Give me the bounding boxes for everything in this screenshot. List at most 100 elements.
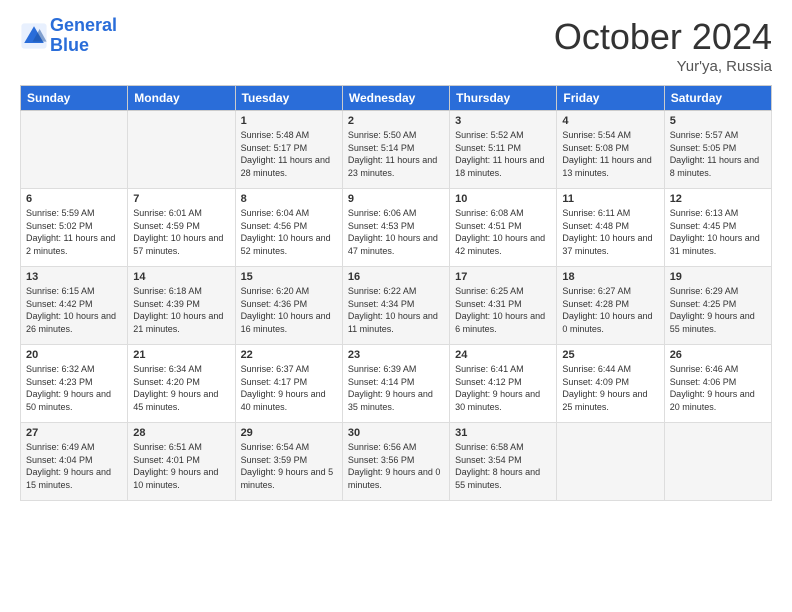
day-info: Sunrise: 6:39 AM Sunset: 4:14 PM Dayligh… (348, 363, 444, 413)
day-number: 19 (670, 271, 766, 283)
day-cell (128, 111, 235, 189)
day-number: 23 (348, 349, 444, 361)
col-friday: Friday (557, 86, 664, 111)
day-cell (664, 423, 771, 501)
day-cell: 25 Sunrise: 6:44 AM Sunset: 4:09 PM Dayli… (557, 345, 664, 423)
day-number: 15 (241, 271, 337, 283)
day-info: Sunrise: 6:27 AM Sunset: 4:28 PM Dayligh… (562, 285, 658, 335)
day-cell: 1Sunrise: 5:48 AM Sunset: 5:17 PM Daylig… (235, 111, 342, 189)
logo: General Blue (20, 16, 117, 56)
day-info: Sunrise: 5:50 AM Sunset: 5:14 PM Dayligh… (348, 129, 444, 179)
day-number: 8 (241, 193, 337, 205)
day-info: Sunrise: 6:34 AM Sunset: 4:20 PM Dayligh… (133, 363, 229, 413)
day-info: Sunrise: 6:46 AM Sunset: 4:06 PM Dayligh… (670, 363, 766, 413)
day-number: 14 (133, 271, 229, 283)
day-info: Sunrise: 6:18 AM Sunset: 4:39 PM Dayligh… (133, 285, 229, 335)
day-info: Sunrise: 6:04 AM Sunset: 4:56 PM Dayligh… (241, 207, 337, 257)
day-number: 1 (241, 115, 337, 127)
day-cell: 3 Sunrise: 5:52 AM Sunset: 5:11 PM Daylig… (450, 111, 557, 189)
day-cell: 5 Sunrise: 5:57 AM Sunset: 5:05 PM Daylig… (664, 111, 771, 189)
day-cell: 26 Sunrise: 6:46 AM Sunset: 4:06 PM Dayli… (664, 345, 771, 423)
day-number: 28 (133, 427, 229, 439)
day-info: Sunrise: 5:52 AM Sunset: 5:11 PM Dayligh… (455, 129, 551, 179)
day-info: Sunrise: 6:51 AM Sunset: 4:01 PM Dayligh… (133, 441, 229, 491)
day-cell: 30Sunrise: 6:56 AM Sunset: 3:56 PM Dayli… (342, 423, 449, 501)
day-cell: 24 Sunrise: 6:41 AM Sunset: 4:12 PM Dayli… (450, 345, 557, 423)
week-row-4: 20Sunrise: 6:32 AM Sunset: 4:23 PM Dayli… (21, 345, 772, 423)
day-cell: 4 Sunrise: 5:54 AM Sunset: 5:08 PM Daylig… (557, 111, 664, 189)
day-number: 12 (670, 193, 766, 205)
day-cell: 27Sunrise: 6:49 AM Sunset: 4:04 PM Dayli… (21, 423, 128, 501)
day-number: 4 (562, 115, 658, 127)
day-number: 24 (455, 349, 551, 361)
day-info: Sunrise: 6:37 AM Sunset: 4:17 PM Dayligh… (241, 363, 337, 413)
logo-icon (20, 22, 48, 50)
col-tuesday: Tuesday (235, 86, 342, 111)
day-number: 2 (348, 115, 444, 127)
day-cell: 15 Sunrise: 6:20 AM Sunset: 4:36 PM Dayli… (235, 267, 342, 345)
day-cell: 16 Sunrise: 6:22 AM Sunset: 4:34 PM Dayli… (342, 267, 449, 345)
day-info: Sunrise: 6:58 AM Sunset: 3:54 PM Dayligh… (455, 441, 551, 491)
week-row-3: 13Sunrise: 6:15 AM Sunset: 4:42 PM Dayli… (21, 267, 772, 345)
day-info: Sunrise: 6:25 AM Sunset: 4:31 PM Dayligh… (455, 285, 551, 335)
header: General Blue October 2024 Yur'ya, Russia (20, 16, 772, 75)
day-number: 18 (562, 271, 658, 283)
day-number: 27 (26, 427, 122, 439)
day-number: 10 (455, 193, 551, 205)
day-info: Sunrise: 6:13 AM Sunset: 4:45 PM Dayligh… (670, 207, 766, 257)
day-number: 9 (348, 193, 444, 205)
day-info: Sunrise: 5:54 AM Sunset: 5:08 PM Dayligh… (562, 129, 658, 179)
day-cell: 18 Sunrise: 6:27 AM Sunset: 4:28 PM Dayli… (557, 267, 664, 345)
day-number: 11 (562, 193, 658, 205)
day-number: 25 (562, 349, 658, 361)
day-info: Sunrise: 6:22 AM Sunset: 4:34 PM Dayligh… (348, 285, 444, 335)
location: Yur'ya, Russia (554, 58, 772, 75)
day-number: 21 (133, 349, 229, 361)
day-info: Sunrise: 6:01 AM Sunset: 4:59 PM Dayligh… (133, 207, 229, 257)
day-number: 3 (455, 115, 551, 127)
col-sunday: Sunday (21, 86, 128, 111)
day-info: Sunrise: 6:41 AM Sunset: 4:12 PM Dayligh… (455, 363, 551, 413)
day-number: 7 (133, 193, 229, 205)
day-cell: 29 Sunrise: 6:54 AM Sunset: 3:59 PM Dayli… (235, 423, 342, 501)
day-info: Sunrise: 6:20 AM Sunset: 4:36 PM Dayligh… (241, 285, 337, 335)
header-row: Sunday Monday Tuesday Wednesday Thursday… (21, 86, 772, 111)
day-cell: 19 Sunrise: 6:29 AM Sunset: 4:25 PM Dayli… (664, 267, 771, 345)
day-number: 5 (670, 115, 766, 127)
col-saturday: Saturday (664, 86, 771, 111)
day-number: 6 (26, 193, 122, 205)
day-info: Sunrise: 6:29 AM Sunset: 4:25 PM Dayligh… (670, 285, 766, 335)
day-number: 30 (348, 427, 444, 439)
day-number: 13 (26, 271, 122, 283)
month-title: October 2024 (554, 16, 772, 58)
day-cell: 23 Sunrise: 6:39 AM Sunset: 4:14 PM Dayli… (342, 345, 449, 423)
day-number: 17 (455, 271, 551, 283)
day-cell: 13Sunrise: 6:15 AM Sunset: 4:42 PM Dayli… (21, 267, 128, 345)
col-wednesday: Wednesday (342, 86, 449, 111)
day-number: 29 (241, 427, 337, 439)
day-cell (557, 423, 664, 501)
day-info: Sunrise: 6:32 AM Sunset: 4:23 PM Dayligh… (26, 363, 122, 413)
day-info: Sunrise: 6:06 AM Sunset: 4:53 PM Dayligh… (348, 207, 444, 257)
col-monday: Monday (128, 86, 235, 111)
day-cell: 12 Sunrise: 6:13 AM Sunset: 4:45 PM Dayli… (664, 189, 771, 267)
calendar-table: Sunday Monday Tuesday Wednesday Thursday… (20, 85, 772, 501)
day-info: Sunrise: 6:44 AM Sunset: 4:09 PM Dayligh… (562, 363, 658, 413)
day-info: Sunrise: 5:59 AM Sunset: 5:02 PM Dayligh… (26, 207, 122, 257)
day-info: Sunrise: 5:57 AM Sunset: 5:05 PM Dayligh… (670, 129, 766, 179)
day-cell: 11Sunrise: 6:11 AM Sunset: 4:48 PM Dayli… (557, 189, 664, 267)
page: General Blue October 2024 Yur'ya, Russia… (0, 0, 792, 612)
day-number: 16 (348, 271, 444, 283)
col-thursday: Thursday (450, 86, 557, 111)
day-cell: 21 Sunrise: 6:34 AM Sunset: 4:20 PM Dayli… (128, 345, 235, 423)
day-cell: 14 Sunrise: 6:18 AM Sunset: 4:39 PM Dayli… (128, 267, 235, 345)
day-info: Sunrise: 6:54 AM Sunset: 3:59 PM Dayligh… (241, 441, 337, 491)
day-cell: 17 Sunrise: 6:25 AM Sunset: 4:31 PM Dayli… (450, 267, 557, 345)
day-cell: 20Sunrise: 6:32 AM Sunset: 4:23 PM Dayli… (21, 345, 128, 423)
day-cell (21, 111, 128, 189)
day-number: 31 (455, 427, 551, 439)
day-cell: 7 Sunrise: 6:01 AM Sunset: 4:59 PM Daylig… (128, 189, 235, 267)
day-cell: 2 Sunrise: 5:50 AM Sunset: 5:14 PM Daylig… (342, 111, 449, 189)
day-cell: 6 Sunrise: 5:59 AM Sunset: 5:02 PM Daylig… (21, 189, 128, 267)
day-number: 26 (670, 349, 766, 361)
